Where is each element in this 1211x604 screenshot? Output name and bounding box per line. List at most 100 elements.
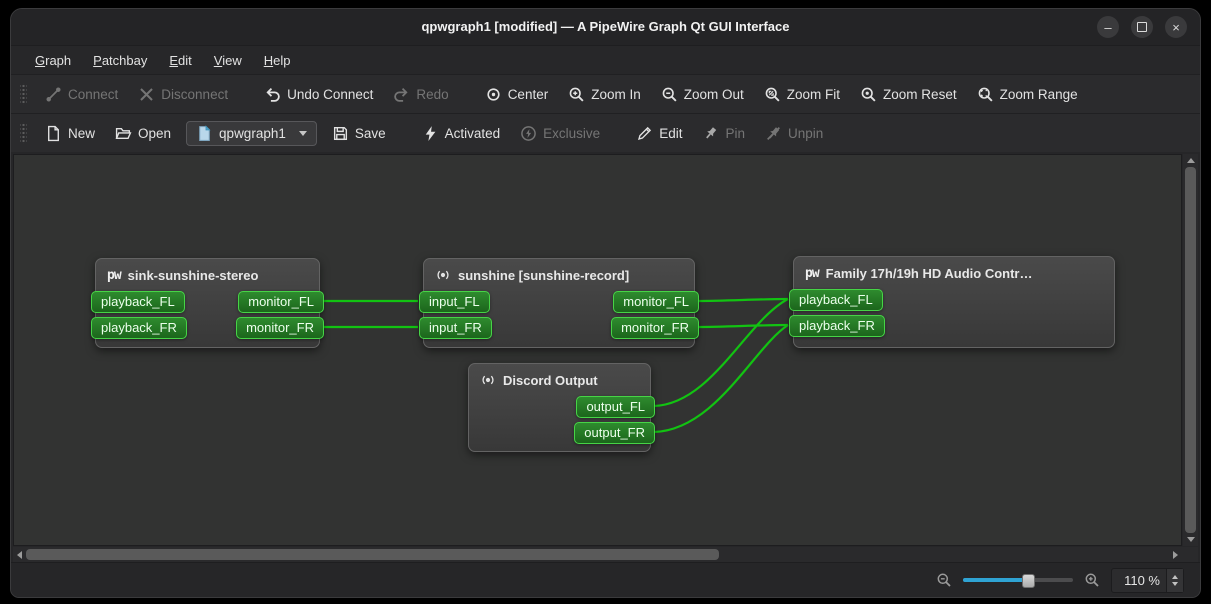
link-sunshine-monitor-fl-to-family-playback-fl[interactable] (698, 299, 788, 301)
exclusive-button[interactable]: Exclusive (511, 120, 609, 147)
patchbay-selector[interactable]: qpwgraph1 (186, 121, 317, 146)
patchbay-file-icon (196, 125, 213, 142)
toolbar-handle[interactable] (20, 83, 27, 105)
patchbay-selector-label: qpwgraph1 (219, 126, 286, 141)
center-icon (485, 86, 502, 103)
maximize-button[interactable] (1131, 16, 1153, 38)
horizontal-scroll-thumb[interactable] (26, 549, 719, 560)
horizontal-scrollbar[interactable] (13, 547, 1182, 562)
node-title: Family 17h/19h HD Audio Contr… (826, 266, 1033, 281)
undo-connect-button[interactable]: Undo Connect (255, 81, 382, 108)
statusbar: 110 % (11, 562, 1200, 597)
zoom-out-icon[interactable] (936, 572, 952, 588)
redo-button[interactable]: Redo (384, 81, 457, 108)
zoom-reset-label: Zoom Reset (883, 87, 957, 102)
toolbar-handle[interactable] (20, 122, 27, 144)
graph-canvas[interactable]: pw sink-sunshine-stereo playback_FL play… (13, 154, 1182, 546)
open-button[interactable]: Open (106, 120, 180, 147)
zoom-fit-label: Zoom Fit (787, 87, 840, 102)
port-monitor-fr[interactable]: monitor_FR (611, 317, 699, 339)
port-input-fl[interactable]: input_FL (419, 291, 490, 313)
unpin-button[interactable]: Unpin (756, 120, 832, 147)
menu-patchbay[interactable]: Patchbay (83, 50, 157, 71)
port-playback-fl[interactable]: playback_FL (789, 289, 883, 311)
zoom-out-icon (661, 86, 678, 103)
zoom-spinbox[interactable]: 110 % (1111, 568, 1184, 593)
zoom-slider[interactable] (963, 572, 1073, 588)
node-title: sunshine [sunshine-record] (458, 268, 629, 283)
port-monitor-fr[interactable]: monitor_FR (236, 317, 324, 339)
pipewire-icon: pw (107, 269, 121, 282)
stream-icon (435, 267, 451, 283)
edit-label: Edit (659, 126, 682, 141)
zoom-reset-button[interactable]: Zoom Reset (851, 81, 966, 108)
unpin-label: Unpin (788, 126, 823, 141)
menubar: Graph Patchbay Edit View Help (11, 45, 1200, 74)
edit-icon (636, 125, 653, 142)
port-monitor-fl[interactable]: monitor_FL (238, 291, 324, 313)
spin-down-icon[interactable] (1172, 582, 1178, 586)
menu-edit[interactable]: Edit (159, 50, 201, 71)
node-sink-sunshine-stereo[interactable]: pw sink-sunshine-stereo playback_FL play… (95, 258, 320, 348)
disconnect-button[interactable]: Disconnect (129, 81, 237, 108)
activated-button[interactable]: Activated (413, 120, 510, 147)
menu-help[interactable]: Help (254, 50, 301, 71)
pin-button[interactable]: Pin (693, 120, 754, 147)
port-playback-fr[interactable]: playback_FR (91, 317, 187, 339)
disconnect-icon (138, 86, 155, 103)
minimize-button[interactable]: – (1097, 16, 1119, 38)
spin-up-icon[interactable] (1172, 575, 1178, 579)
maximize-icon (1137, 22, 1147, 32)
port-output-fr[interactable]: output_FR (574, 422, 655, 444)
zoom-in-icon[interactable] (1084, 572, 1100, 588)
port-input-fr[interactable]: input_FR (419, 317, 492, 339)
port-monitor-fl[interactable]: monitor_FL (613, 291, 699, 313)
unpin-icon (765, 125, 782, 142)
main-area: pw sink-sunshine-stereo playback_FL play… (11, 152, 1200, 562)
pin-label: Pin (725, 126, 745, 141)
node-header[interactable]: pw Family 17h/19h HD Audio Contr… (794, 257, 1114, 289)
close-button[interactable]: × (1165, 16, 1187, 38)
patchbay-toolbar: New Open qpwgraph1 Save Activated Exclus… (11, 113, 1200, 152)
menu-graph[interactable]: Graph (25, 50, 81, 71)
port-playback-fr[interactable]: playback_FR (789, 315, 885, 337)
node-family-hd-audio[interactable]: pw Family 17h/19h HD Audio Contr… playba… (793, 256, 1115, 348)
activated-label: Activated (445, 126, 501, 141)
scroll-left-icon[interactable] (17, 551, 22, 559)
node-header[interactable]: Discord Output (469, 364, 650, 396)
node-discord-output[interactable]: Discord Output output_FL output_FR (468, 363, 651, 452)
connect-button[interactable]: Connect (36, 81, 127, 108)
zoom-reset-icon (860, 86, 877, 103)
node-header[interactable]: pw sink-sunshine-stereo (96, 259, 319, 291)
zoom-slider-handle[interactable] (1022, 574, 1035, 588)
zoom-out-label: Zoom Out (684, 87, 744, 102)
zoom-slider-track[interactable] (963, 578, 1073, 582)
titlebar[interactable]: qpwgraph1 [modified] — A PipeWire Graph … (11, 9, 1200, 45)
port-playback-fl[interactable]: playback_FL (91, 291, 185, 313)
zoom-spin-arrows (1166, 569, 1183, 592)
menu-view[interactable]: View (204, 50, 252, 71)
scroll-up-icon[interactable] (1187, 158, 1195, 163)
node-title: sink-sunshine-stereo (128, 268, 259, 283)
zoom-range-button[interactable]: Zoom Range (968, 81, 1087, 108)
activated-icon (422, 125, 439, 142)
scrollbar-corner (1182, 547, 1198, 562)
port-output-fl[interactable]: output_FL (576, 396, 655, 418)
new-button[interactable]: New (36, 120, 104, 147)
node-header[interactable]: sunshine [sunshine-record] (424, 259, 694, 291)
edit-button[interactable]: Edit (627, 120, 691, 147)
center-button[interactable]: Center (476, 81, 558, 108)
save-button[interactable]: Save (323, 120, 395, 147)
vertical-scroll-thumb[interactable] (1185, 167, 1196, 533)
scroll-down-icon[interactable] (1187, 537, 1195, 542)
link-sunshine-monitor-fr-to-family-playback-fr[interactable] (698, 325, 788, 327)
redo-label: Redo (416, 87, 448, 102)
node-sunshine[interactable]: sunshine [sunshine-record] input_FL inpu… (423, 258, 695, 348)
connect-label: Connect (68, 87, 118, 102)
zoom-in-button[interactable]: Zoom In (559, 81, 650, 108)
zoom-fit-button[interactable]: Zoom Fit (755, 81, 849, 108)
zoom-out-button[interactable]: Zoom Out (652, 81, 753, 108)
vertical-scrollbar[interactable] (1183, 154, 1198, 546)
scroll-right-icon[interactable] (1173, 551, 1178, 559)
graph-toolbar: Connect Disconnect Undo Connect Redo Cen… (11, 74, 1200, 113)
